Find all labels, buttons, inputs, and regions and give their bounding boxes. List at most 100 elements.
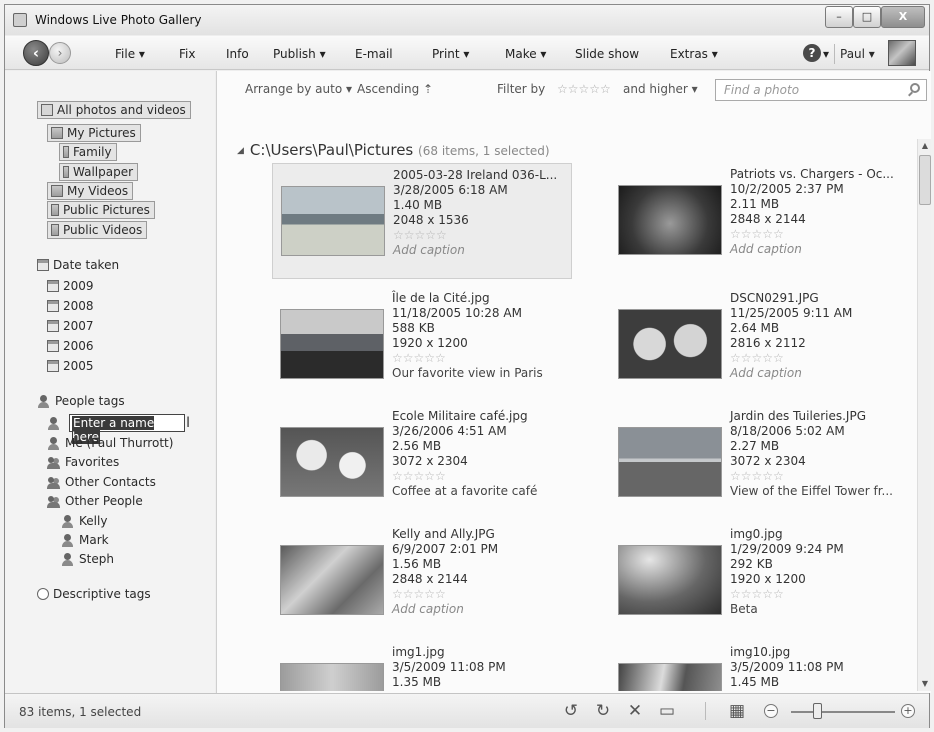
minimize-button[interactable]: – — [825, 6, 853, 28]
vertical-scrollbar[interactable]: ▲ ▼ — [917, 139, 931, 691]
rating-stars[interactable]: ☆☆☆☆☆ — [392, 469, 537, 484]
arrange-dropdown[interactable]: Arrange by auto ▾ — [245, 82, 352, 96]
person-me[interactable]: Me (Paul Thurrott) — [47, 436, 173, 450]
menu-make[interactable]: Make ▾ — [505, 47, 546, 61]
folder-my-videos[interactable]: My Videos — [47, 182, 134, 200]
menu-email[interactable]: E-mail — [355, 47, 393, 61]
maximize-button[interactable]: □ — [853, 6, 881, 28]
photo-item[interactable]: img1.jpg 3/5/2009 11:08 PM 1.35 MB — [272, 641, 572, 691]
thumbnail-view-icon[interactable]: ▦ — [727, 701, 747, 721]
caption[interactable]: Add caption — [730, 242, 894, 257]
menu-extras[interactable]: Extras ▾ — [670, 47, 718, 61]
year-2009[interactable]: 2009 — [47, 279, 94, 293]
sort-order-button[interactable]: Ascending ⇡ — [357, 82, 433, 96]
year-2005[interactable]: 2005 — [47, 359, 94, 373]
photo-thumbnail[interactable] — [618, 545, 722, 615]
photo-item[interactable]: Jardin des Tuileries.JPG 8/18/2006 5:02 … — [610, 405, 910, 521]
rating-stars[interactable]: ☆☆☆☆☆ — [730, 351, 852, 366]
photo-item[interactable]: Patriots vs. Chargers - Oc... 10/2/2005 … — [610, 163, 910, 279]
delete-icon[interactable]: ✕ — [625, 701, 645, 721]
date-taken-node[interactable]: Date taken — [37, 258, 119, 272]
caption[interactable]: Add caption — [730, 366, 852, 381]
help-icon[interactable]: ? — [803, 44, 821, 62]
menu-print[interactable]: Print ▾ — [432, 47, 469, 61]
folder-my-pictures[interactable]: My Pictures — [47, 124, 141, 142]
rating-stars[interactable]: ☆☆☆☆☆ — [730, 227, 894, 242]
back-button[interactable]: ‹ — [23, 40, 49, 66]
photo-item[interactable]: Ecole Militaire café.jpg 3/26/2006 4:51 … — [272, 405, 572, 521]
photo-thumbnail[interactable] — [280, 309, 384, 379]
menu-publish[interactable]: Publish ▾ — [273, 47, 326, 61]
rating-stars[interactable]: ☆☆☆☆☆ — [730, 587, 844, 602]
caption[interactable]: Add caption — [393, 243, 557, 258]
photo-thumbnail[interactable] — [618, 427, 722, 497]
slideshow-icon[interactable]: ▭ — [657, 701, 677, 721]
photo-thumbnail[interactable] — [281, 186, 385, 256]
user-menu[interactable]: Paul ▾ — [840, 47, 875, 61]
folder-header[interactable]: ◢ C:\Users\Paul\Pictures (68 items, 1 sel… — [237, 141, 550, 159]
group-other-people[interactable]: Other People — [47, 494, 143, 508]
menu-fix[interactable]: Fix — [179, 47, 195, 61]
photo-thumbnail[interactable] — [280, 545, 384, 615]
photo-item[interactable]: img10.jpg 3/5/2009 11:08 PM 1.45 MB — [610, 641, 910, 691]
photo-item[interactable]: DSCN0291.JPG 11/25/2005 9:11 AM 2.64 MB … — [610, 287, 910, 403]
scroll-thumb[interactable] — [919, 155, 931, 205]
photo-thumbnail[interactable] — [618, 185, 722, 255]
zoom-slider-track[interactable] — [791, 711, 895, 713]
file-name: Patriots vs. Chargers - Oc... — [730, 167, 894, 181]
menu-file[interactable]: File ▾ — [115, 47, 145, 61]
search-input[interactable]: Find a photo — [715, 79, 927, 101]
scroll-up-icon[interactable]: ▲ — [918, 139, 932, 153]
collapse-icon[interactable]: ◢ — [237, 146, 244, 156]
group-other-contacts[interactable]: Other Contacts — [47, 475, 156, 489]
caption[interactable]: View of the Eiffel Tower fr... — [730, 484, 893, 499]
zoom-out-button[interactable]: − — [764, 704, 778, 718]
forward-button[interactable]: › — [49, 42, 71, 64]
zoom-in-button[interactable]: + — [901, 704, 915, 718]
rotate-right-icon[interactable]: ↻ — [593, 701, 613, 721]
rating-stars[interactable]: ☆☆☆☆☆ — [393, 228, 557, 243]
photo-item[interactable]: 2005-03-28 Ireland 036-L... 3/28/2005 6:… — [272, 163, 572, 279]
close-button[interactable]: X — [881, 6, 925, 28]
photo-thumbnail[interactable] — [280, 427, 384, 497]
person-name-input[interactable]: Enter a name here — [69, 414, 185, 444]
avatar[interactable] — [888, 40, 916, 66]
rating-stars[interactable]: ☆☆☆☆☆ — [392, 587, 498, 602]
menu-info[interactable]: Info — [226, 47, 249, 61]
search-icon[interactable] — [910, 83, 920, 93]
photo-item[interactable]: Kelly and Ally.JPG 6/9/2007 2:01 PM 1.56… — [272, 523, 572, 639]
zoom-slider-thumb[interactable] — [813, 703, 822, 719]
caption[interactable]: Coffee at a favorite café — [392, 484, 537, 499]
year-2007[interactable]: 2007 — [47, 319, 94, 333]
help-dropdown[interactable]: ▾ — [823, 47, 829, 61]
folder-wallpaper[interactable]: Wallpaper — [59, 163, 139, 181]
photo-thumbnail[interactable] — [618, 309, 722, 379]
year-2006[interactable]: 2006 — [47, 339, 94, 353]
photo-item[interactable]: img0.jpg 1/29/2009 9:24 PM 292 KB 1920 x… — [610, 523, 910, 639]
photo-thumbnail[interactable] — [618, 663, 722, 691]
all-photos-node[interactable]: All photos and videos — [37, 101, 191, 119]
rating-filter-dropdown[interactable]: and higher ▾ — [623, 82, 698, 96]
person-kelly[interactable]: Kelly — [61, 514, 107, 528]
caption[interactable]: Add caption — [392, 602, 498, 617]
folder-family[interactable]: Family — [59, 143, 117, 161]
people-tags-node[interactable]: People tags — [37, 394, 125, 408]
year-2008[interactable]: 2008 — [47, 299, 94, 313]
caption[interactable]: Beta — [730, 602, 844, 617]
photo-item[interactable]: Île de la Cité.jpg 11/18/2005 10:28 AM 5… — [272, 287, 572, 403]
scroll-down-icon[interactable]: ▼ — [918, 677, 932, 691]
rotate-left-icon[interactable]: ↺ — [561, 701, 581, 721]
photo-thumbnail[interactable] — [280, 663, 384, 691]
rating-stars[interactable]: ☆☆☆☆☆ — [392, 351, 543, 366]
group-favorites[interactable]: Favorites — [47, 455, 119, 469]
rating-stars[interactable]: ☆☆☆☆☆ — [730, 469, 893, 484]
descriptive-tags-node[interactable]: Descriptive tags — [37, 587, 151, 601]
folder-public-videos[interactable]: Public Videos — [47, 221, 148, 239]
person-steph[interactable]: Steph — [61, 552, 114, 566]
caption[interactable]: Our favorite view in Paris — [392, 366, 543, 381]
folder-public-pictures[interactable]: Public Pictures — [47, 201, 155, 219]
person-mark[interactable]: Mark — [61, 533, 109, 547]
menu-slide-show[interactable]: Slide show — [575, 47, 639, 61]
file-size: 292 KB — [730, 557, 773, 571]
rating-filter-stars[interactable]: ☆☆☆☆☆ — [557, 82, 611, 96]
